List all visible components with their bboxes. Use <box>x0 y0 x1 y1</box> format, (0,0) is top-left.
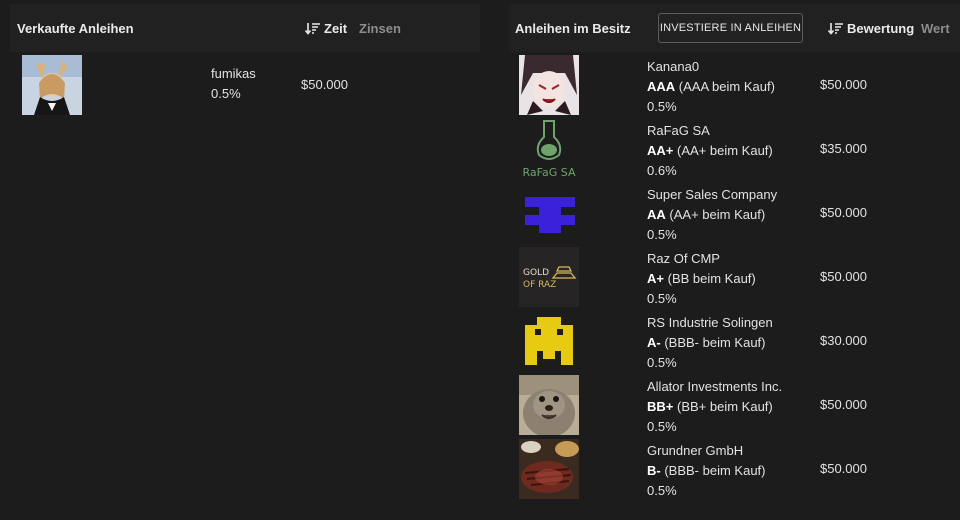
purchase-rating: (AA+ beim Kauf) <box>677 143 773 158</box>
current-rating: A- <box>647 335 661 350</box>
list-item[interactable]: Kanana0 AAA (AAA beim Kauf) 0.5% $50.000 <box>505 55 956 118</box>
bond-value: $50.000 <box>820 205 867 220</box>
steak-photo-icon <box>519 439 579 499</box>
bond-value: $50.000 <box>820 397 867 412</box>
sort-by-time-button[interactable]: Zeit <box>305 21 347 36</box>
list-item[interactable]: Super Sales Company AA (AA+ beim Kauf) 0… <box>505 183 956 246</box>
bond-rating-line: B- (BBB- beim Kauf) <box>647 461 766 481</box>
yellow-pixel-logo-icon <box>519 311 579 371</box>
gold-bar-logo-icon: GOLD OF RAZ <box>519 247 579 307</box>
bond-rate: 0.5% <box>647 483 677 498</box>
owned-bonds-panel: Anleihen im Besitz INVESTIERE IN ANLEIHE… <box>505 0 960 520</box>
gold-logo-text: GOLD <box>523 268 549 278</box>
bond-rate: 0.5% <box>647 227 677 242</box>
bond-info: Kanana0 AAA (AAA beim Kauf) 0.5% <box>647 57 775 117</box>
bond-name: RaFaG SA <box>647 123 710 138</box>
sort-by-value-button[interactable]: Wert <box>921 21 950 36</box>
avatar <box>22 55 82 115</box>
current-rating: B- <box>647 463 661 478</box>
bond-info: Super Sales Company AA (AA+ beim Kauf) 0… <box>647 185 777 245</box>
bond-name: Kanana0 <box>647 59 700 74</box>
current-rating: AA <box>647 207 666 222</box>
rafag-logo-text: RaFaG SA <box>523 166 576 179</box>
bond-rating-line: AA+ (AA+ beim Kauf) <box>647 141 773 161</box>
current-rating: AAA <box>647 79 676 94</box>
bond-info: RaFaG SA AA+ (AA+ beim Kauf) 0.6% <box>647 121 773 181</box>
bond-name: Super Sales Company <box>647 187 778 202</box>
list-item[interactable]: fumikas 0.5% $50.000 <box>11 55 462 118</box>
bond-rating-line: A- (BBB- beim Kauf) <box>647 333 773 353</box>
sort-by-rating-button[interactable]: Bewertung <box>828 21 914 36</box>
sold-bond-amount: $50.000 <box>301 77 348 92</box>
bond-rate: 0.5% <box>647 419 677 434</box>
bond-name: Grundner GmbH <box>647 443 744 458</box>
of-raz-logo-text: OF RAZ <box>523 280 556 290</box>
bond-info: Grundner GmbH B- (BBB- beim Kauf) 0.5% <box>647 441 766 501</box>
list-item[interactable]: RaFaG SA RaFaG SA AA+ (AA+ beim Kauf) 0.… <box>505 119 956 182</box>
bond-name: RS Industrie Solingen <box>647 315 773 330</box>
bond-rating-line: BB+ (BB+ beim Kauf) <box>647 397 782 417</box>
sort-by-interest-button[interactable]: Zinsen <box>359 21 401 36</box>
bond-value: $50.000 <box>820 461 867 476</box>
sort-by-time-label: Zeit <box>324 20 348 36</box>
bond-value: $35.000 <box>820 141 867 156</box>
current-rating: BB+ <box>647 399 674 414</box>
bond-info: Allator Investments Inc. BB+ (BB+ beim K… <box>647 377 782 437</box>
bond-name: Raz Of CMP <box>647 251 720 266</box>
purchase-rating: (BB beim Kauf) <box>667 271 756 286</box>
owned-bonds-title: Anleihen im Besitz <box>515 20 631 36</box>
bond-rate: 0.5% <box>647 355 677 370</box>
bond-rate: 0.5% <box>647 291 677 306</box>
sold-bond-info: fumikas 0.5% <box>211 64 256 104</box>
bond-rating-line: AAA (AAA beim Kauf) <box>647 77 775 97</box>
purchase-rating: (BBB- beim Kauf) <box>664 463 766 478</box>
current-rating: A+ <box>647 271 664 286</box>
purchase-rating: (AA+ beim Kauf) <box>669 207 766 222</box>
sold-bonds-panel: Verkaufte Anleihen Zeit Zinsen fumikas 0… <box>0 0 490 520</box>
sort-by-rating-label: Bewertung <box>847 20 915 36</box>
sort-descending-icon <box>305 22 320 35</box>
list-item[interactable]: Allator Investments Inc. BB+ (BB+ beim K… <box>505 375 956 438</box>
sold-bond-name: fumikas <box>211 66 256 81</box>
bond-info: Raz Of CMP A+ (BB beim Kauf) 0.5% <box>647 249 756 309</box>
sold-bonds-header: Verkaufte Anleihen Zeit Zinsen <box>10 4 480 52</box>
bond-info: RS Industrie Solingen A- (BBB- beim Kauf… <box>647 313 773 373</box>
sold-bond-rate: 0.5% <box>211 86 241 101</box>
sort-descending-icon <box>828 22 843 35</box>
bond-value: $30.000 <box>820 333 867 348</box>
seal-photo-icon <box>519 375 579 435</box>
purchase-rating: (BB+ beim Kauf) <box>677 399 773 414</box>
list-item[interactable]: Grundner GmbH B- (BBB- beim Kauf) 0.5% $… <box>505 439 956 502</box>
bond-rate: 0.6% <box>647 163 677 178</box>
purchase-rating: (BBB- beim Kauf) <box>664 335 766 350</box>
bond-rating-line: AA (AA+ beim Kauf) <box>647 205 777 225</box>
owned-bonds-header: Anleihen im Besitz INVESTIERE IN ANLEIHE… <box>509 4 960 52</box>
invest-in-bonds-button[interactable]: INVESTIERE IN ANLEIHEN <box>658 13 803 43</box>
blue-pixel-logo-icon <box>519 183 579 243</box>
sold-bonds-title: Verkaufte Anleihen <box>17 20 134 36</box>
list-item[interactable]: RS Industrie Solingen A- (BBB- beim Kauf… <box>505 311 956 374</box>
flask-logo-icon: RaFaG SA <box>519 119 579 179</box>
panel-divider <box>498 0 499 520</box>
anime-avatar-icon <box>519 55 579 115</box>
purchase-rating: (AAA beim Kauf) <box>678 79 775 94</box>
bond-value: $50.000 <box>820 77 867 92</box>
bond-value: $50.000 <box>820 269 867 284</box>
bond-rating-line: A+ (BB beim Kauf) <box>647 269 756 289</box>
current-rating: AA+ <box>647 143 674 158</box>
bond-name: Allator Investments Inc. <box>647 379 783 394</box>
list-item[interactable]: GOLD OF RAZ Raz Of CMP A+ (BB beim Kauf)… <box>505 247 956 310</box>
bond-rate: 0.5% <box>647 99 677 114</box>
